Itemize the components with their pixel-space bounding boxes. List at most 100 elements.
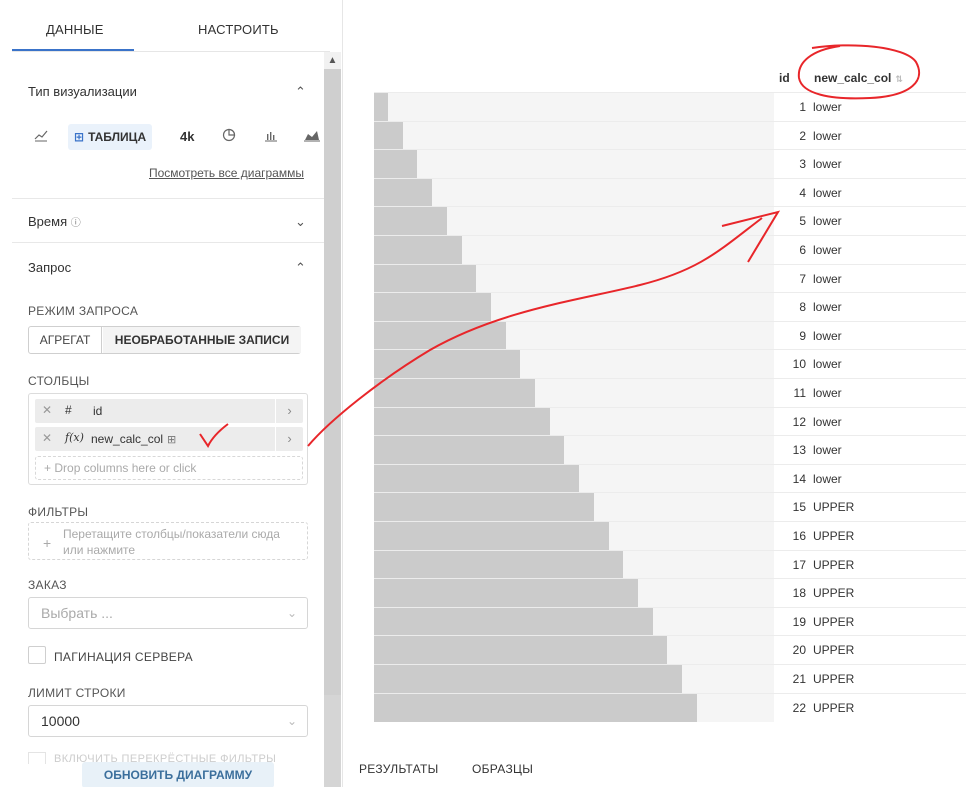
- table-row: 10 lower: [374, 349, 966, 379]
- query-section-heading[interactable]: Запрос: [28, 260, 71, 275]
- cell-bar: [374, 150, 418, 179]
- table-row: 9 lower: [374, 320, 966, 350]
- cell-bar: [374, 293, 491, 322]
- area-chart-icon[interactable]: [304, 128, 320, 145]
- chevron-up-icon[interactable]: ⌃: [295, 260, 306, 276]
- column-header-new-calc-col[interactable]: new_calc_col ⇅: [814, 71, 903, 85]
- cell-bar: [374, 636, 668, 665]
- table-row: 13 lower: [374, 435, 966, 465]
- panel-scrollbar-thumb[interactable]: [324, 69, 341, 695]
- cell-bar: [374, 350, 521, 379]
- update-chart-button[interactable]: ОБНОВИТЬ ДИАГРАММУ: [82, 762, 274, 787]
- query-mode-aggregate[interactable]: АГРЕГАТ: [29, 327, 102, 353]
- chevron-up-icon[interactable]: ⌃: [295, 84, 306, 100]
- table-row: 2 lower: [374, 120, 966, 150]
- table-row: 22 UPPER: [374, 692, 966, 722]
- table-row: 4 lower: [374, 177, 966, 207]
- cell-bar: [374, 607, 653, 636]
- server-pagination-label: ПАГИНАЦИЯ СЕРВЕРА: [54, 650, 193, 664]
- cell-bar: [374, 665, 682, 693]
- section-divider: [12, 242, 324, 243]
- scroll-up-arrow-icon[interactable]: ▲: [324, 52, 341, 69]
- table-row: 6 lower: [374, 235, 966, 264]
- tab-customize[interactable]: НАСТРОИТЬ: [198, 22, 279, 37]
- chevron-down-icon: ⌄: [286, 714, 297, 728]
- cell-id: 2: [799, 128, 806, 143]
- order-select[interactable]: Выбрать ... ⌄: [28, 597, 308, 629]
- cell-bar: [374, 579, 638, 608]
- bar-chart-icon[interactable]: [264, 128, 278, 145]
- chevron-right-icon[interactable]: ›: [275, 399, 303, 423]
- time-section-heading[interactable]: Время ⓘ: [28, 214, 81, 229]
- bar-track: [374, 121, 774, 150]
- cell-id: 12: [792, 414, 806, 429]
- table-row: 14 lower: [374, 463, 966, 493]
- cell-bar: [374, 407, 550, 436]
- cell-new-calc-col: lower: [813, 271, 842, 286]
- cell-id: 10: [792, 357, 806, 372]
- cell-bar: [374, 693, 697, 722]
- column-item-new-calc-col[interactable]: ✕ f(x) new_calc_col ⊞ ›: [35, 427, 303, 451]
- row-limit-select[interactable]: 10000 ⌄: [28, 705, 308, 737]
- cell-id: 13: [792, 443, 806, 458]
- query-mode-raw-records[interactable]: НЕОБРАБОТАННЫЕ ЗАПИСИ: [103, 327, 301, 353]
- tab-data[interactable]: ДАННЫЕ: [46, 22, 104, 37]
- table-row: 3 lower: [374, 149, 966, 179]
- bar-track: [374, 178, 774, 207]
- table-viz-label: ТАБЛИЦА: [88, 130, 147, 144]
- column-name: id: [93, 404, 103, 418]
- row-limit-value: 10000: [41, 713, 80, 729]
- faded-checkbox[interactable]: [28, 752, 46, 764]
- query-mode-label: РЕЖИМ ЗАПРОСА: [28, 304, 139, 318]
- filters-dropzone[interactable]: + Перетащите столбцы/показатели сюда или…: [28, 522, 308, 560]
- table-viz-button[interactable]: ⊞ ТАБЛИЦА: [68, 124, 153, 150]
- remove-column-icon[interactable]: ✕: [42, 431, 52, 445]
- cell-bar: [374, 121, 403, 150]
- cell-id: 11: [793, 386, 806, 400]
- cell-new-calc-col: lower: [813, 157, 842, 172]
- filters-label: ФИЛЬТРЫ: [28, 505, 89, 519]
- control-panel: ДАННЫЕ НАСТРОИТЬ ▲ Тип визуализации ⌃ ⊞ Т…: [0, 0, 342, 787]
- column-header-label: new_calc_col: [814, 71, 892, 85]
- line-chart-icon[interactable]: [34, 128, 48, 145]
- tab-results[interactable]: РЕЗУЛЬТАТЫ: [359, 762, 439, 776]
- pie-chart-icon[interactable]: [222, 127, 237, 145]
- cell-new-calc-col: UPPER: [813, 500, 855, 515]
- cell-id: 9: [799, 328, 806, 343]
- table-row: 15 UPPER: [374, 492, 966, 522]
- table-row: 7 lower: [374, 263, 966, 293]
- table-row: 18 UPPER: [374, 578, 966, 608]
- plus-icon: +: [44, 461, 52, 475]
- cell-new-calc-col: lower: [813, 328, 842, 343]
- cell-id: 1: [799, 100, 806, 114]
- cell-id: 3: [799, 157, 806, 172]
- cell-bar: [374, 464, 580, 493]
- cell-bar: [374, 264, 477, 293]
- tab-samples[interactable]: ОБРАЗЦЫ: [472, 762, 533, 776]
- visualization-type-heading[interactable]: Тип визуализации: [28, 84, 137, 99]
- cell-id: 4: [799, 185, 806, 200]
- server-pagination-checkbox[interactable]: [28, 646, 46, 664]
- chevron-down-icon[interactable]: ⌄: [295, 214, 306, 230]
- cell-new-calc-col: lower: [813, 443, 842, 458]
- bar-track: [374, 150, 774, 179]
- cell-new-calc-col: UPPER: [813, 586, 855, 601]
- cell-new-calc-col: lower: [813, 128, 842, 143]
- table-row: 17 UPPER: [374, 549, 966, 579]
- function-type-icon: f(x): [65, 431, 84, 444]
- row-limit-label: ЛИМИТ СТРОКИ: [28, 686, 126, 700]
- columns-dropzone[interactable]: + Drop columns here or click: [35, 456, 303, 480]
- cell-bar: [374, 493, 594, 522]
- sort-icon[interactable]: ⇅: [895, 74, 903, 84]
- cell-new-calc-col: lower: [813, 100, 842, 114]
- see-all-charts-link[interactable]: Посмотреть все диаграммы: [149, 166, 304, 180]
- column-header-id[interactable]: id: [779, 71, 790, 85]
- cell-bar: [374, 321, 506, 350]
- table-row: 5 lower: [374, 206, 966, 236]
- remove-column-icon[interactable]: ✕: [42, 403, 52, 417]
- cell-bar: [374, 93, 388, 121]
- chevron-right-icon[interactable]: ›: [275, 427, 303, 451]
- column-item-id[interactable]: ✕ # id ›: [35, 399, 303, 423]
- big-number-viz-button[interactable]: 4k: [180, 129, 194, 144]
- cell-bar: [374, 436, 565, 465]
